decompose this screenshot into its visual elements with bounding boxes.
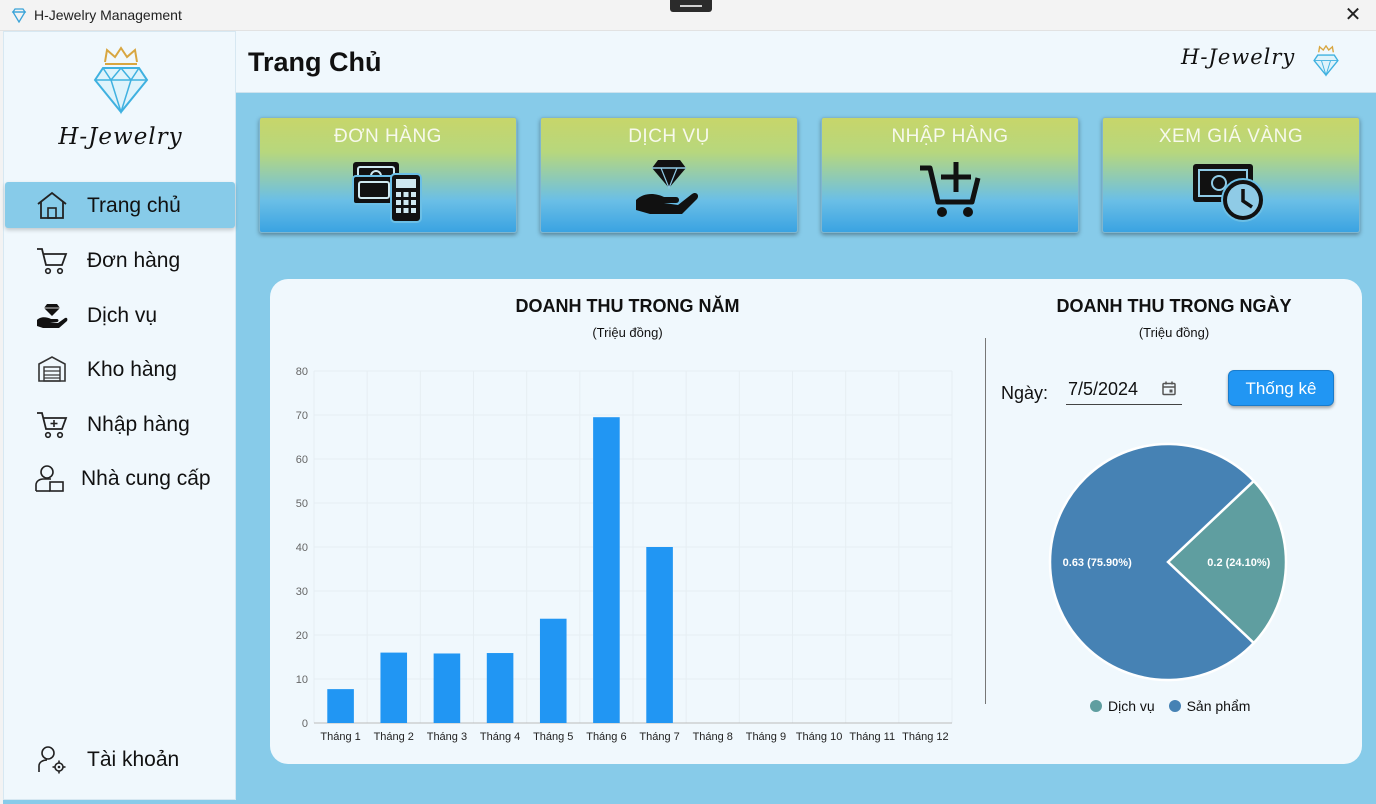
x-tick-label: Tháng 6: [586, 731, 626, 743]
daily-chart-title: DOANH THU TRONG NGÀY: [1056, 296, 1292, 316]
tile-nhap-hang-button[interactable]: NHẬP HÀNG: [821, 117, 1079, 233]
sidebar-item-dich-vu[interactable]: Dịch vụ: [5, 292, 235, 338]
yearly-revenue-bar-chart: 0 10 20 30 40 50 60 70 80 Tháng 1 Tháng 2 Tháng 3 Th…: [296, 366, 953, 743]
sidebar-logo: H-Jewelry: [4, 46, 237, 156]
tile-label: ĐƠN HÀNG: [334, 126, 442, 147]
x-tick-label: Tháng 1: [320, 731, 360, 743]
legend-label: Dịch vụ: [1108, 698, 1155, 714]
tile-label: XEM GIÁ VÀNG: [1158, 126, 1304, 147]
chart-divider: [985, 338, 986, 704]
y-tick-label: 30: [296, 586, 308, 598]
x-tick-label: Tháng 4: [480, 731, 520, 743]
revenue-dashboard-card: DOANH THU TRONG NĂM (Triệu đồng) 0 10 20 30…: [270, 279, 1362, 764]
sidebar-item-trang-chu[interactable]: Trang chủ: [5, 182, 235, 228]
y-tick-label: 60: [296, 454, 308, 466]
x-tick-label: Tháng 5: [533, 731, 573, 743]
bar-6[interactable]: [593, 417, 620, 723]
yearly-chart-subtitle: (Triệu đồng): [592, 325, 663, 340]
app-window: H-Jewelry Trang chủ Đơn hàng Dịch vụ Kho…: [3, 31, 1376, 804]
crown-diamond-logo-icon: [1313, 45, 1339, 77]
home-icon: [37, 191, 67, 219]
sidebar-item-nhap-hang[interactable]: Nhập hàng: [5, 401, 235, 447]
daily-revenue-pie-chart: 0.2 (24.10%) 0.63 (75.90%): [1048, 442, 1288, 682]
sidebar-item-don-hang[interactable]: Đơn hàng: [5, 237, 235, 283]
page-title: Trang Chủ: [248, 47, 382, 77]
y-tick-label: 80: [296, 366, 308, 378]
tile-xem-gia-vang-button[interactable]: XEM GIÁ VÀNG: [1102, 117, 1360, 233]
y-tick-label: 70: [296, 410, 308, 422]
window-title: H-Jewelry Management: [34, 7, 182, 23]
sidebar: H-Jewelry Trang chủ Đơn hàng Dịch vụ Kho…: [3, 31, 236, 800]
logo-text: H-Jewelry: [58, 124, 183, 150]
thong-ke-button[interactable]: Thống kê: [1228, 370, 1334, 406]
title-bar: H-Jewelry Management ✕: [0, 0, 1376, 31]
pie-slice-label: 0.2 (24.10%): [1207, 557, 1270, 569]
sidebar-item-label: Trang chủ: [87, 194, 181, 217]
supplier-icon: [35, 465, 64, 492]
close-icon: ✕: [1344, 4, 1362, 26]
daily-chart-subtitle: (Triệu đồng): [1138, 325, 1210, 340]
y-tick-label: 10: [296, 674, 308, 686]
x-tick-label: Tháng 2: [374, 731, 414, 743]
header-brand-text: H-Jewelry: [1181, 45, 1296, 69]
snap-grip-handle[interactable]: [670, 0, 712, 12]
header-bar: Trang Chủ H-Jewelry: [236, 31, 1376, 93]
bar-5[interactable]: [539, 618, 567, 723]
diamond-app-icon: [11, 8, 27, 23]
date-value: 7/5/2024: [1068, 379, 1139, 399]
yearly-chart-title: DOANH THU TRONG NĂM: [515, 296, 740, 316]
sidebar-item-label: Đơn hàng: [87, 249, 181, 272]
user-settings-icon: [38, 746, 66, 774]
tile-label: NHẬP HÀNG: [891, 126, 1009, 147]
bar-3[interactable]: [433, 653, 461, 723]
money-clock-icon: [1193, 164, 1265, 222]
tile-label: DỊCH VỤ: [628, 126, 710, 147]
x-tick-label: Tháng 8: [693, 731, 733, 743]
y-tick-label: 40: [296, 542, 308, 554]
y-tick-label: 0: [302, 718, 308, 730]
legend-item-san-pham: Sản phẩm: [1168, 698, 1251, 714]
y-tick-label: 50: [296, 498, 308, 510]
crown-diamond-logo-icon: [93, 46, 149, 115]
sidebar-item-label: Kho hàng: [87, 358, 177, 381]
y-tick-label: 20: [296, 630, 308, 642]
sidebar-item-label: Nhập hàng: [87, 413, 190, 436]
sidebar-item-label: Nhà cung cấp: [81, 467, 211, 490]
x-tick-label: Tháng 10: [796, 731, 842, 743]
tile-don-hang-button[interactable]: ĐƠN HÀNG: [259, 117, 517, 233]
tile-dich-vu-button[interactable]: DỊCH VỤ: [540, 117, 798, 233]
x-tick-label: Tháng 7: [639, 731, 679, 743]
sidebar-item-label: Dịch vụ: [87, 304, 158, 327]
diamond-hand-icon: [37, 304, 68, 328]
legend-dot-service: [1090, 700, 1102, 712]
cart-plus-icon: [37, 412, 68, 439]
pie-slice-label: 0.63 (75.90%): [1063, 557, 1132, 569]
bar-7[interactable]: [646, 547, 673, 723]
date-picker-input[interactable]: 7/5/2024: [1066, 375, 1182, 405]
legend-dot-product: [1168, 700, 1181, 712]
cart-icon: [37, 248, 68, 275]
date-label: Ngày:: [1001, 383, 1049, 403]
close-window-button[interactable]: ✕: [1340, 2, 1366, 28]
sidebar-item-nha-cung-cap[interactable]: Nhà cung cấp: [5, 455, 235, 501]
legend-item-dich-vu: Dịch vụ: [1090, 698, 1155, 714]
pie-legend: Dịch vụ Sản phẩm: [1090, 698, 1260, 718]
cart-plus-icon: [920, 162, 981, 217]
sidebar-item-label: Tài khoản: [87, 748, 180, 771]
x-tick-label: Tháng 9: [746, 731, 786, 743]
calendar-icon[interactable]: [1162, 381, 1176, 396]
warehouse-icon: [38, 356, 66, 382]
sidebar-item-kho-hang[interactable]: Kho hàng: [5, 346, 235, 392]
x-tick-label: Tháng 3: [427, 731, 467, 743]
legend-label: Sản phẩm: [1186, 698, 1251, 714]
bar-2[interactable]: [380, 652, 408, 723]
x-tick-label: Tháng 12: [902, 731, 948, 743]
bar-4[interactable]: [486, 653, 514, 723]
bar-1[interactable]: [327, 689, 354, 723]
diamond-hand-icon: [636, 160, 699, 214]
x-tick-label: Tháng 11: [849, 731, 895, 743]
sidebar-item-tai-khoan[interactable]: Tài khoản: [5, 736, 235, 782]
money-calculator-icon: [352, 162, 422, 223]
